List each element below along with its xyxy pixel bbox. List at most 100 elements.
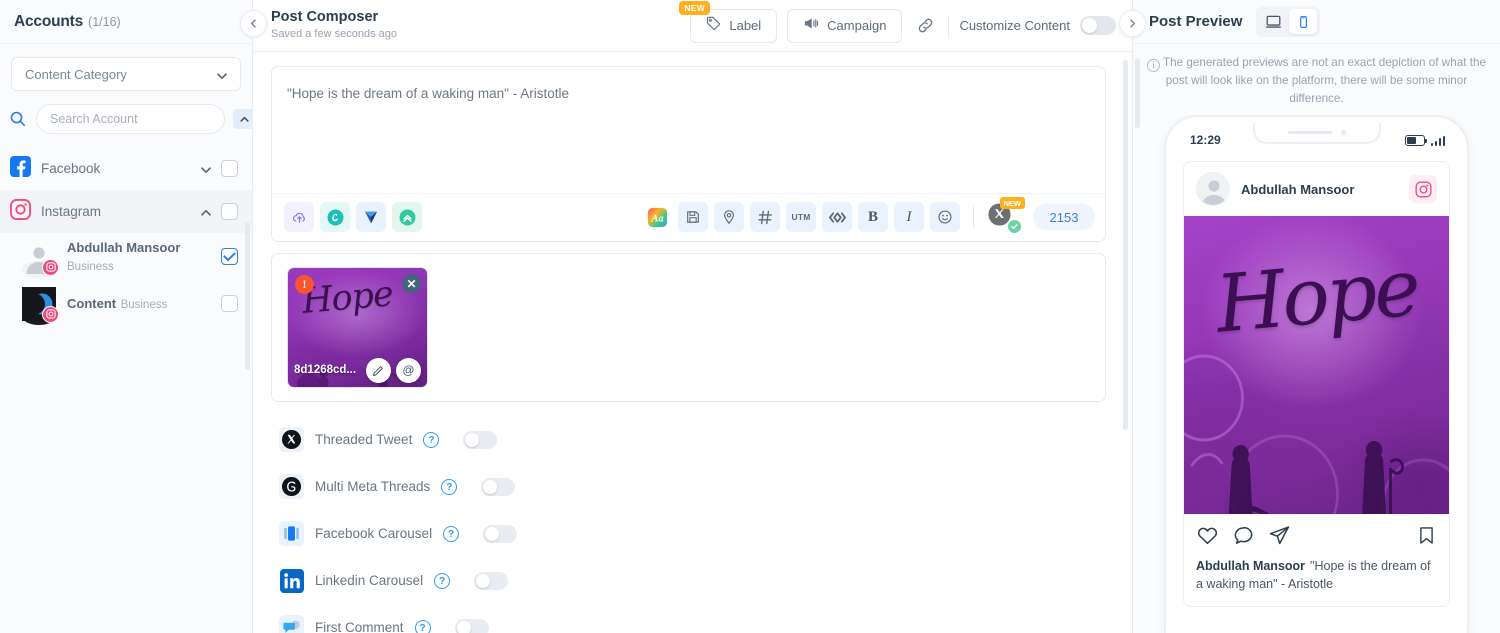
battery-icon <box>1404 134 1427 146</box>
phone-mockup: 12:29 Abdullah Mansoor Hope Abdullah Man… <box>1164 115 1469 633</box>
save-status: Saved a few seconds ago <box>271 28 397 41</box>
status-indicators <box>1404 134 1445 146</box>
media-attachments-card: Hope ! ✕ 8d1268cd... @ <box>271 253 1106 402</box>
composer-header-actions: NEW Label Campaign Customize Content <box>679 0 1116 43</box>
media-script-text: Hope <box>300 274 395 322</box>
option-toggle[interactable] <box>454 618 489 633</box>
account-checkbox[interactable] <box>221 295 238 312</box>
option-facebook-carousel: Facebook Carousel ? <box>279 510 1106 557</box>
info-icon: i <box>1147 59 1161 73</box>
heart-icon[interactable] <box>1196 524 1219 552</box>
close-icon[interactable]: ✕ <box>402 274 421 293</box>
content-category-select[interactable]: Content Category <box>11 57 241 91</box>
tag-icon <box>706 16 721 36</box>
option-toggle[interactable] <box>483 524 518 543</box>
content-category-label: Content Category <box>25 66 127 82</box>
option-toggle[interactable] <box>481 477 516 496</box>
hashtag-icon[interactable] <box>750 202 780 232</box>
sidebar-account-abdullah-mansoor[interactable]: Abdullah Mansoor Business <box>0 233 252 280</box>
phone-notch <box>1252 123 1381 145</box>
customize-content-label: Customize Content <box>959 18 1070 33</box>
shortlink-icon[interactable] <box>822 202 852 232</box>
caption-author: Abdullah Mansoor <box>1196 559 1306 574</box>
share-icon[interactable] <box>1268 524 1291 552</box>
option-toggle[interactable] <box>474 571 509 590</box>
sidebar-account-count: (1/16) <box>88 14 121 29</box>
alert-icon[interactable]: ! <box>295 275 314 294</box>
megaphone-icon <box>803 16 819 36</box>
facebook-select-checkbox[interactable] <box>221 160 238 177</box>
composer-scrollbar[interactable] <box>1123 60 1128 430</box>
mobile-icon[interactable] <box>1289 9 1318 34</box>
composer-title-block: Post Composer Saved a few seconds ago <box>271 8 397 43</box>
emoji-icon[interactable] <box>930 202 960 232</box>
label-button[interactable]: NEW Label <box>679 0 778 43</box>
collapse-sidebar-button[interactable] <box>240 10 267 37</box>
preview-disclaimer-text: The generated previews are not an exact … <box>1163 56 1486 105</box>
status-time: 12:29 <box>1190 133 1221 148</box>
preview-scrollbar[interactable] <box>1135 58 1140 128</box>
pencil-icon[interactable] <box>366 357 391 383</box>
at-icon[interactable]: @ <box>396 357 421 383</box>
divider <box>948 14 950 37</box>
bookmark-icon[interactable] <box>1416 525 1437 551</box>
italic-icon[interactable]: I <box>894 202 924 232</box>
help-icon[interactable]: ? <box>423 431 440 448</box>
help-icon[interactable]: ? <box>434 572 451 589</box>
check-icon <box>1008 220 1021 233</box>
campaign-button[interactable]: Campaign <box>787 8 903 43</box>
new-badge: NEW <box>999 197 1025 209</box>
label-button-text: Label <box>729 18 762 33</box>
editor-toolbar: Aa UTM B I NEW 2153 <box>272 193 1105 241</box>
avatar <box>22 240 59 278</box>
account-name: Abdullah Mansoor <box>67 239 181 255</box>
link-icon[interactable] <box>912 13 938 39</box>
sidebar-title: Accounts <box>14 12 84 30</box>
sidebar-account-content[interactable]: Content Business <box>0 280 252 327</box>
bold-icon[interactable]: B <box>858 202 888 232</box>
help-icon[interactable]: ? <box>441 478 458 495</box>
text-style-icon[interactable]: Aa <box>642 202 672 232</box>
instagram-icon <box>1409 175 1437 204</box>
signal-icon <box>1430 135 1445 146</box>
collapse-accounts-button[interactable] <box>233 109 255 129</box>
sidebar-body: Content Category Face <box>0 44 280 327</box>
instagram-select-checkbox[interactable] <box>221 203 238 220</box>
account-type: Business <box>120 298 168 311</box>
chevron-down-icon[interactable] <box>200 163 211 174</box>
utm-icon[interactable]: UTM <box>786 202 816 232</box>
canva-icon[interactable] <box>320 202 350 232</box>
cloud-upload-icon[interactable] <box>284 202 314 232</box>
post-text-editor[interactable]: "Hope is the dream of a waking man" - Ar… <box>272 67 1105 193</box>
customize-content-toggle[interactable] <box>1080 16 1116 35</box>
expand-preview-button[interactable] <box>1119 10 1146 37</box>
vistacreate-icon[interactable] <box>356 202 386 232</box>
desktop-icon[interactable] <box>1259 9 1287 34</box>
option-multi-meta-threads: Multi Meta Threads ? <box>279 463 1106 510</box>
chevron-up-icon[interactable] <box>200 206 211 217</box>
comment-icon[interactable] <box>1232 524 1255 552</box>
upload-arrows-icon[interactable] <box>392 202 422 232</box>
account-type: Business <box>67 260 114 273</box>
sidebar-platform-instagram[interactable]: Instagram <box>0 190 252 233</box>
x-platform-indicator[interactable]: NEW <box>987 197 1025 233</box>
location-icon[interactable] <box>714 202 744 232</box>
divider <box>973 206 974 228</box>
option-label: Threaded Tweet <box>315 432 413 447</box>
linkedin-icon <box>279 568 304 593</box>
chevron-down-icon <box>216 69 227 80</box>
media-thumbnail-footer: 8d1268cd... @ <box>288 353 427 387</box>
search-input[interactable] <box>36 104 225 134</box>
save-icon[interactable] <box>678 202 708 232</box>
option-toggle[interactable] <box>463 430 498 449</box>
help-icon[interactable]: ? <box>443 525 460 542</box>
user-avatar-icon <box>1196 172 1230 207</box>
sidebar-scrollbar[interactable] <box>245 222 250 370</box>
composer-scroll-area: "Hope is the dream of a waking man" - Ar… <box>253 52 1132 633</box>
post-options-list: Threaded Tweet ? Multi Meta Threads ? Fa… <box>271 402 1106 633</box>
account-checkbox[interactable] <box>221 248 238 265</box>
media-thumbnail[interactable]: Hope ! ✕ 8d1268cd... @ <box>287 267 428 388</box>
sidebar-header: Accounts (1/16) <box>0 0 252 44</box>
sidebar-platform-facebook[interactable]: Facebook <box>0 147 252 190</box>
help-icon[interactable]: ? <box>414 619 431 633</box>
